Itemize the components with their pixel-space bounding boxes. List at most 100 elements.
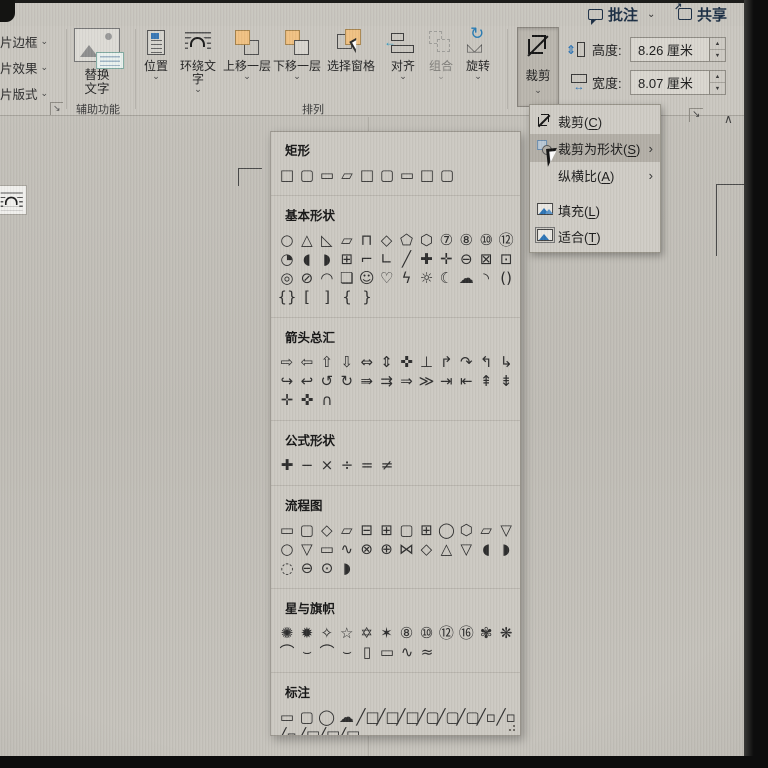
shape-item[interactable]: ✾	[476, 624, 496, 642]
ribbon-button-picture-layout[interactable]: 片版式⌄	[0, 84, 60, 102]
shape-item[interactable]: ╱□	[396, 708, 416, 726]
ribbon-button-group[interactable]: 组合⌄	[424, 28, 458, 102]
crop-button[interactable]: 裁剪 ⌄	[517, 27, 559, 107]
shape-item[interactable]: ⊘	[297, 269, 317, 287]
ribbon-button-position[interactable]: 位置⌄	[138, 28, 174, 102]
shape-item[interactable]: ▽	[456, 540, 476, 558]
shape-item[interactable]: ↩	[297, 372, 317, 390]
shape-item[interactable]: ▢	[297, 521, 317, 539]
shape-item[interactable]: ▱	[337, 166, 357, 184]
shape-item[interactable]: □	[277, 166, 297, 184]
shape-item[interactable]: ⊞	[416, 521, 436, 539]
shape-item[interactable]: ☺	[357, 269, 377, 287]
shape-item[interactable]: ≠	[377, 456, 397, 474]
shape-item[interactable]: =	[357, 456, 377, 474]
shape-item[interactable]: ↻	[337, 372, 357, 390]
shape-item[interactable]: ▽	[496, 521, 516, 539]
shape-item[interactable]: ⇕	[377, 353, 397, 371]
ribbon-button-alt-text[interactable]: 替换文字	[64, 28, 130, 102]
shape-item[interactable]: ×	[317, 456, 337, 474]
shape-item[interactable]: ⇒	[397, 372, 417, 390]
shape-item[interactable]: ⊗	[357, 540, 377, 558]
shape-item[interactable]: ↰	[476, 353, 496, 371]
height-field[interactable]: 8.26 厘米	[630, 37, 710, 62]
shape-item[interactable]: ☁	[456, 269, 476, 287]
size-dialog-launcher[interactable]: ↘	[689, 108, 703, 122]
width-stepper[interactable]: ▲▼	[710, 70, 726, 95]
shape-item[interactable]: ○	[277, 231, 297, 249]
shape-item[interactable]: ◖	[297, 250, 317, 268]
shape-item[interactable]: ◔	[277, 250, 297, 268]
shape-item[interactable]: ⊖	[297, 559, 317, 577]
shape-item[interactable]: ≫	[416, 372, 436, 390]
shape-item[interactable]: ◺	[317, 231, 337, 249]
shape-item[interactable]: ◗	[317, 250, 337, 268]
shape-item[interactable]: ⊡	[496, 250, 516, 268]
shape-item[interactable]: ◇	[416, 540, 436, 558]
shape-item[interactable]: ∩	[317, 391, 337, 409]
shape-item[interactable]: ⌒	[277, 643, 297, 661]
shape-item[interactable]: ▢	[397, 521, 417, 539]
shape-item[interactable]: ✺	[277, 624, 297, 642]
shape-item[interactable]: ≈	[417, 643, 437, 661]
share-button[interactable]: 共享	[678, 3, 727, 25]
shape-item[interactable]: □	[357, 166, 377, 184]
shape-item[interactable]: ✜	[397, 353, 417, 371]
shape-item[interactable]: [	[297, 288, 317, 306]
shape-item[interactable]: ⇩	[337, 353, 357, 371]
shape-item[interactable]: ⊥	[416, 353, 436, 371]
shape-item[interactable]: ⌣	[337, 643, 357, 661]
shape-item[interactable]: ◯	[317, 708, 337, 726]
shape-item[interactable]: ✹	[297, 624, 317, 642]
shape-item[interactable]: □	[417, 166, 437, 184]
shape-item[interactable]: ⇉	[377, 372, 397, 390]
shape-item[interactable]: ✧	[317, 624, 337, 642]
shape-item[interactable]: ⋈	[397, 540, 417, 558]
shape-item[interactable]: ▱	[476, 521, 496, 539]
shape-item[interactable]: ▭	[277, 521, 297, 539]
shape-item[interactable]: ☼	[416, 269, 436, 287]
shape-item[interactable]: ◇	[377, 231, 397, 249]
shape-item[interactable]: ↱	[436, 353, 456, 371]
shape-item[interactable]: ✚	[416, 250, 436, 268]
shape-item[interactable]: ▢	[377, 166, 397, 184]
shape-item[interactable]: ∿	[397, 643, 417, 661]
shape-item[interactable]: ▢	[297, 708, 317, 726]
shape-item[interactable]: ↪	[277, 372, 297, 390]
shape-item[interactable]: ϟ	[397, 269, 417, 287]
shape-item[interactable]: ⊓	[357, 231, 377, 249]
shape-item[interactable]: ↺	[317, 372, 337, 390]
shape-item[interactable]: ◠	[317, 269, 337, 287]
ribbon-button-send-backward[interactable]: 下移一层⌄	[272, 28, 322, 102]
shape-item[interactable]: ▭	[397, 166, 417, 184]
shape-item[interactable]: ↳	[496, 353, 516, 371]
shape-item[interactable]: ▱	[337, 521, 357, 539]
shape-item[interactable]: ◎	[277, 269, 297, 287]
shape-item[interactable]: ▢	[437, 166, 457, 184]
shape-item[interactable]: ⬡	[456, 521, 476, 539]
shape-item[interactable]: ╱□	[376, 708, 396, 726]
shape-item[interactable]: ⌣	[297, 643, 317, 661]
shape-item[interactable]: ⌒	[317, 643, 337, 661]
shape-item[interactable]: ⑫	[496, 231, 516, 249]
shape-item[interactable]: ⑫	[436, 624, 456, 642]
shape-item[interactable]: ⊞	[337, 250, 357, 268]
shape-item[interactable]: ⇟	[496, 372, 516, 390]
shape-item[interactable]: ✡	[357, 624, 377, 642]
shape-item[interactable]: ⇥	[436, 372, 456, 390]
shape-item[interactable]: ▱	[337, 231, 357, 249]
shape-item[interactable]: ╱	[397, 250, 417, 268]
ribbon-button-picture-border[interactable]: 片边框⌄	[0, 32, 60, 50]
shape-item[interactable]: ⇔	[357, 353, 377, 371]
crop-menu-item-fill[interactable]: 填充(L)	[530, 197, 660, 223]
shape-item[interactable]: ◇	[317, 521, 337, 539]
shape-item[interactable]: ╱□	[337, 727, 357, 737]
width-field[interactable]: 8.07 厘米	[630, 70, 710, 95]
shape-item[interactable]: ▯	[357, 643, 377, 661]
shape-item[interactable]: ○	[277, 540, 297, 558]
shape-item[interactable]: ✜	[297, 391, 317, 409]
shape-item[interactable]: ╱□	[317, 727, 337, 737]
shape-item[interactable]: ╱□	[356, 708, 376, 726]
shape-item[interactable]: ◖	[476, 540, 496, 558]
shape-item[interactable]: ✛	[277, 391, 297, 409]
